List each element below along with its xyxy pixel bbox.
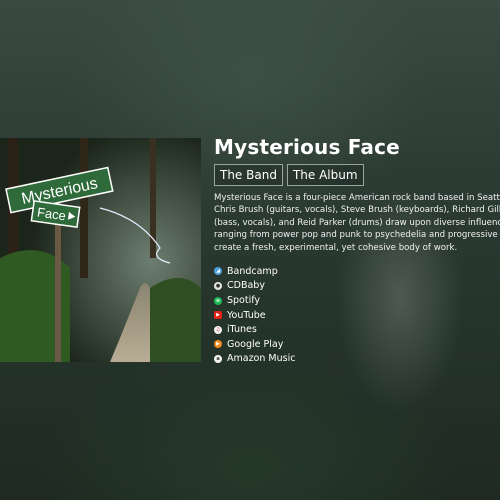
description-line: (bass, vocals), and Reid Parker (drums) … (214, 217, 500, 228)
link-label: Bandcamp (227, 265, 278, 277)
google-play-icon: ▶ (214, 340, 222, 349)
band-info: Mysterious Face The Band The Album Myste… (214, 134, 500, 366)
tab-the-album[interactable]: The Album (286, 164, 364, 186)
link-youtube[interactable]: ▶ YouTube (214, 308, 500, 323)
link-label: CDBaby (227, 280, 265, 292)
link-bandcamp[interactable]: ◢ Bandcamp (214, 264, 500, 279)
bandcamp-icon: ◢ (214, 267, 222, 276)
streaming-links: ◢ Bandcamp ● CDBaby ≡ Spotify ▶ YouTube ♫ iTu… (214, 264, 500, 366)
band-description: Mysterious Face is a four-piece American… (214, 192, 500, 254)
link-label: YouTube (227, 309, 266, 321)
link-itunes[interactable]: ♫ iTunes (214, 322, 500, 337)
description-line: Chris Brush (guitars, vocals), Steve Bru… (214, 205, 500, 216)
link-cdbaby[interactable]: ● CDBaby (214, 279, 500, 294)
tab-bar: The Band The Album (214, 164, 500, 186)
link-spotify[interactable]: ≡ Spotify (214, 293, 500, 308)
link-label: Google Play (227, 338, 284, 350)
link-label: Spotify (227, 295, 261, 307)
youtube-icon: ▶ (214, 311, 222, 320)
cdbaby-icon: ● (214, 281, 222, 290)
link-label: iTunes (227, 324, 257, 336)
itunes-icon: ♫ (214, 325, 222, 334)
tab-the-band[interactable]: The Band (214, 164, 283, 186)
description-line: Mysterious Face is a four-piece American… (214, 193, 500, 203)
band-title: Mysterious Face (214, 135, 400, 159)
description-line: create a fresh, experimental, yet cohesi… (214, 242, 458, 253)
album-cover: Mysterious Face (0, 138, 201, 362)
amazon-music-icon: a (214, 354, 222, 363)
description-line: ranging from power pop and punk to psych… (214, 230, 500, 241)
link-label: Amazon Music (227, 353, 296, 365)
spotify-icon: ≡ (214, 296, 222, 305)
link-amazon-music[interactable]: a Amazon Music (214, 352, 500, 367)
link-google-play[interactable]: ▶ Google Play (214, 337, 500, 352)
